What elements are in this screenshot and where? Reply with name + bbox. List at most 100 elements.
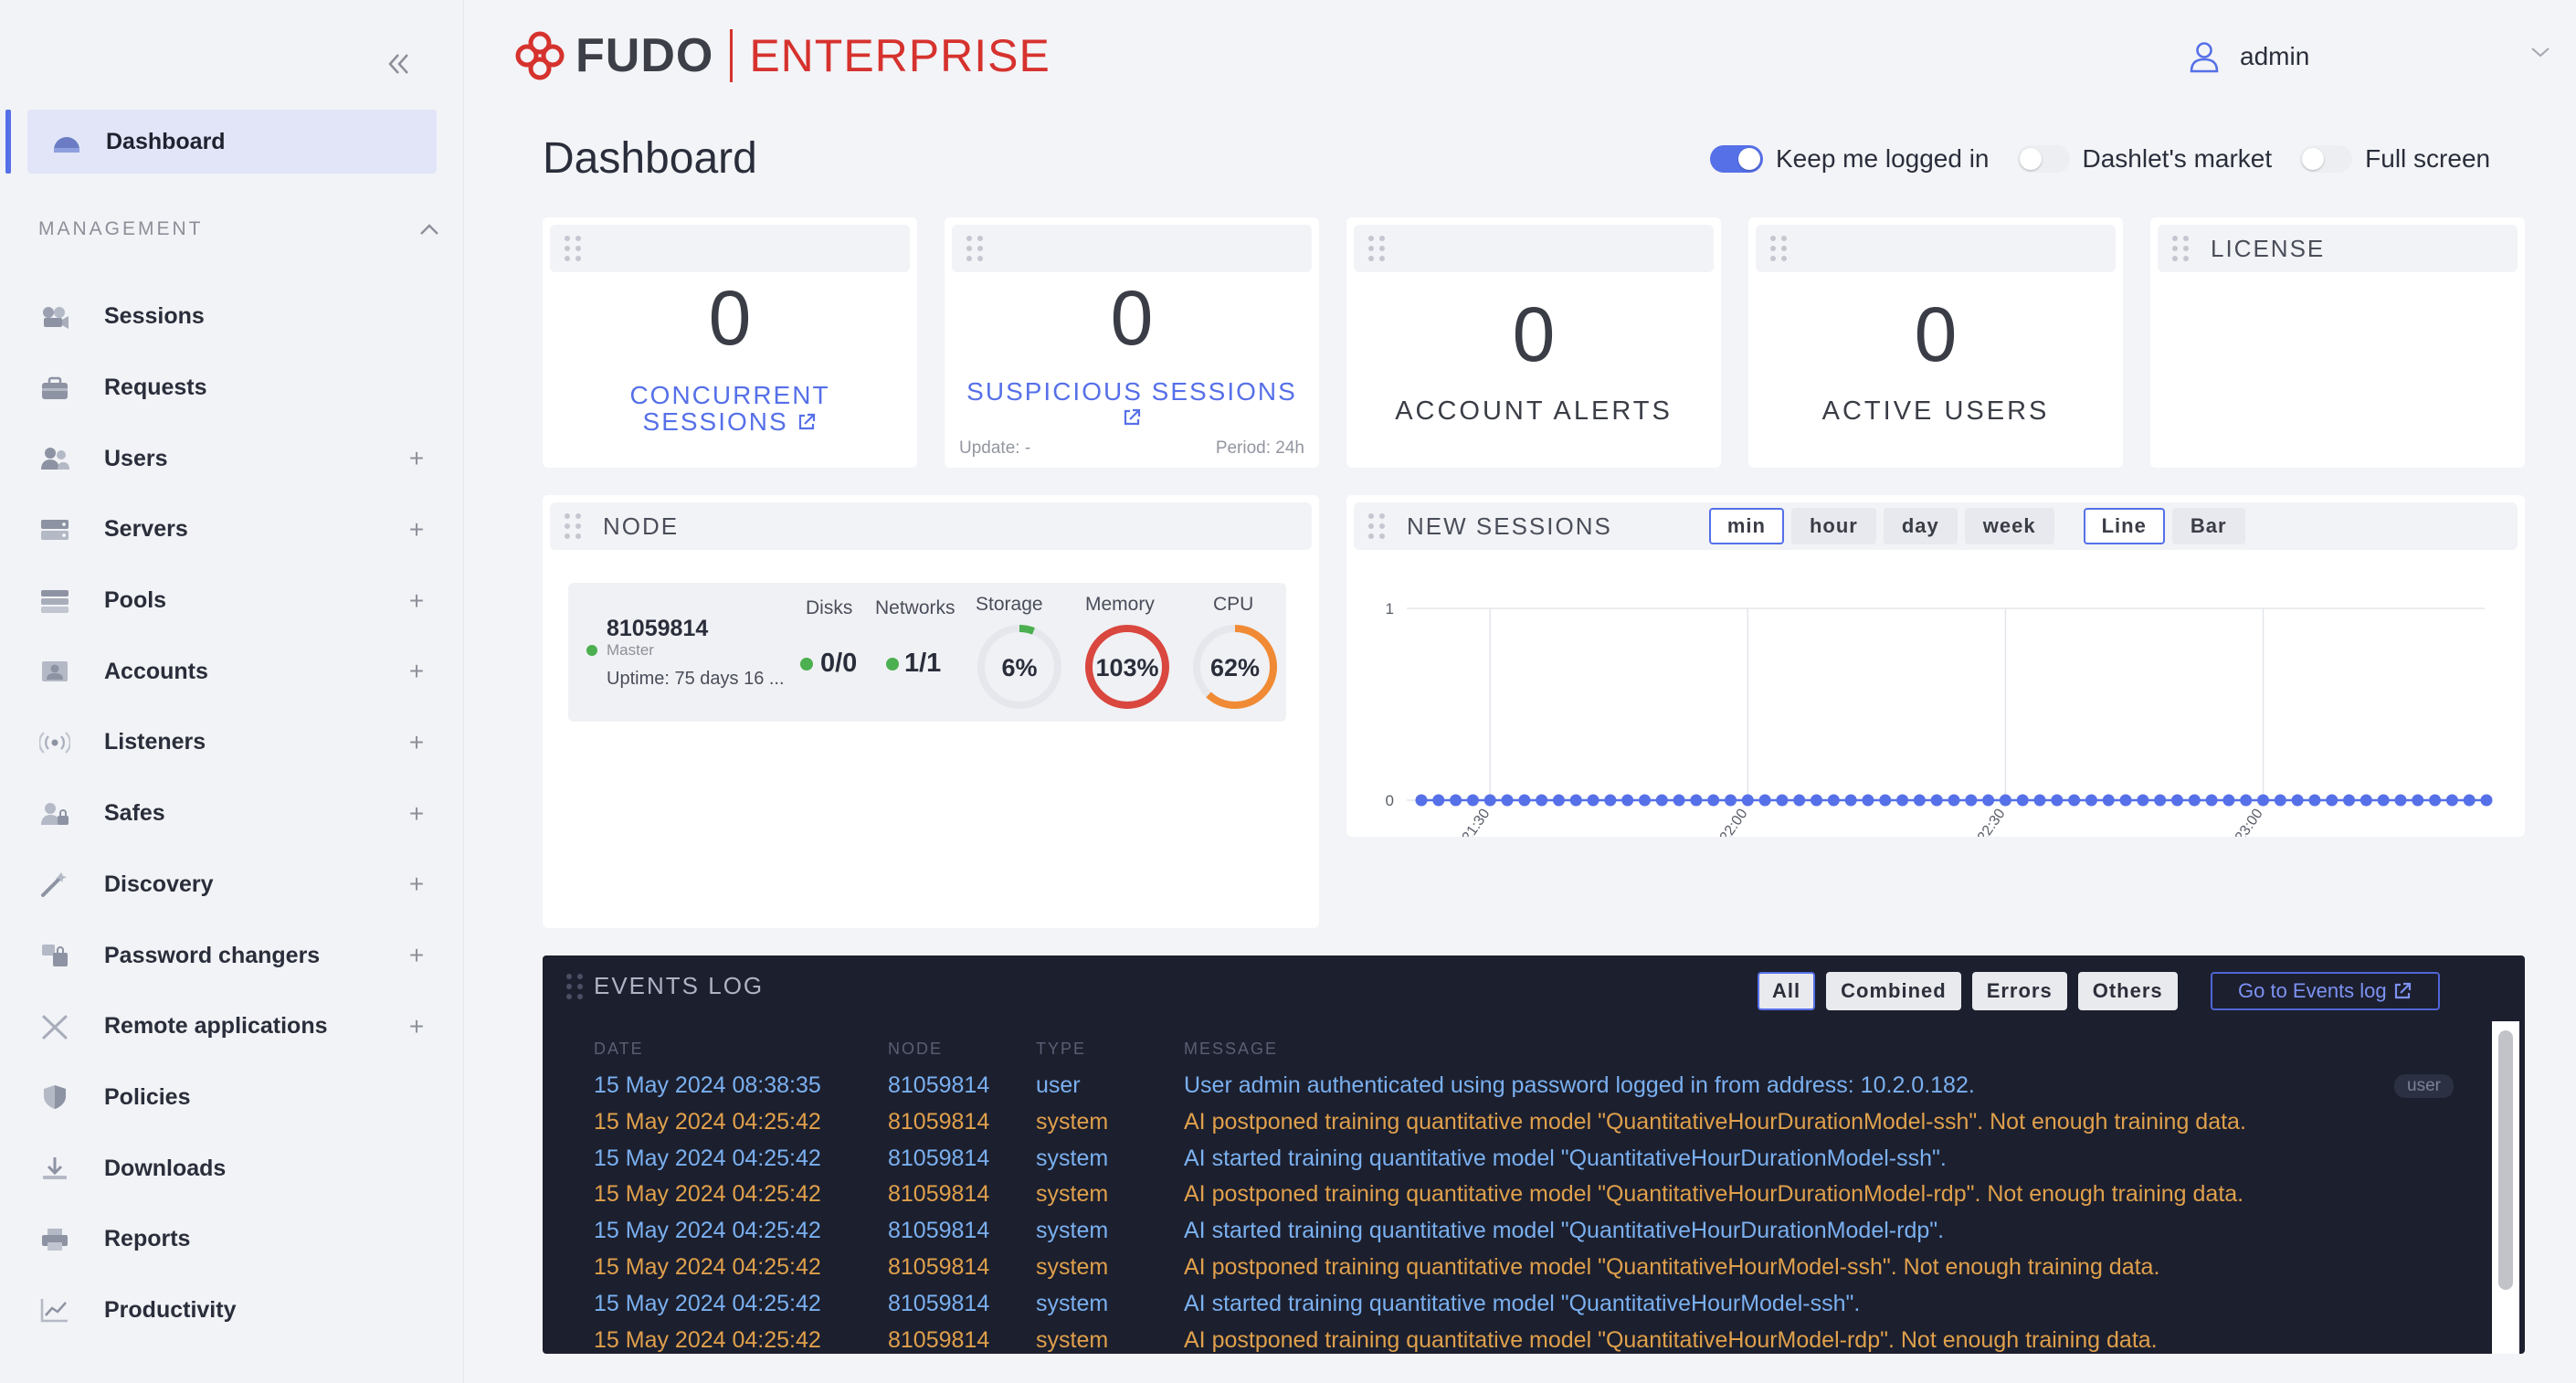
data-point	[1621, 794, 1634, 807]
chart-type-button-line[interactable]: Line	[2083, 508, 2165, 544]
sidebar-item-policies[interactable]: Policies	[38, 1062, 431, 1134]
event-row[interactable]: 15 May 2024 04:25:42 81059814 system AI sta…	[594, 1142, 2466, 1178]
sidebar-item-sessions[interactable]: Sessions	[38, 281, 431, 353]
event-message: AI started training quantitative model "…	[1184, 1218, 1945, 1244]
filter-button-others[interactable]: Others	[2077, 972, 2178, 1010]
active-users-card: 0 ACTIVE USERS	[1748, 217, 2123, 468]
disks-value: 0/0	[820, 649, 858, 678]
range-selector: min hour day week	[1708, 508, 2062, 544]
sidebar-item-label: Requests	[104, 375, 207, 401]
keep-logged-in-toggle[interactable]: Keep me logged in	[1710, 144, 1990, 174]
management-section-header[interactable]: MANAGEMENT	[38, 216, 440, 243]
sidebar-item-discovery[interactable]: Discovery +	[38, 850, 431, 921]
filter-button-errors[interactable]: Errors	[1971, 972, 2067, 1010]
event-type: system	[1036, 1290, 1109, 1316]
expand-icon[interactable]: +	[402, 1012, 431, 1041]
tools-icon	[38, 1010, 71, 1043]
sidebar-item-accounts[interactable]: Accounts +	[38, 636, 431, 707]
event-row[interactable]: 15 May 2024 04:25:42 81059814 system AI pos…	[594, 1251, 2466, 1287]
sidebar-item-reports[interactable]: Reports	[38, 1204, 431, 1275]
event-row[interactable]: 15 May 2024 04:25:42 81059814 system AI pos…	[594, 1105, 2466, 1142]
range-button-week[interactable]: week	[1964, 508, 2054, 544]
expand-icon[interactable]: +	[402, 728, 431, 757]
user-menu[interactable]: admin	[2189, 35, 2309, 79]
card-drag-handle[interactable]	[1756, 225, 2116, 272]
data-point	[2274, 794, 2286, 807]
card-drag-handle[interactable]	[1354, 225, 1714, 272]
column-header-message: MESSAGE	[1184, 1040, 1279, 1058]
sidebar-item-downloads[interactable]: Downloads	[38, 1133, 431, 1204]
data-point	[1466, 794, 1479, 807]
expand-icon[interactable]: +	[402, 444, 431, 473]
sidebar-item-pools[interactable]: Pools +	[38, 565, 431, 637]
range-button-min[interactable]: min	[1708, 508, 1784, 544]
sidebar-item-safes[interactable]: Safes +	[38, 778, 431, 850]
sidebar-item-servers[interactable]: Servers +	[38, 494, 431, 565]
go-to-events-log-button[interactable]: Go to Events log	[2211, 972, 2440, 1010]
full-screen-toggle[interactable]: Full screen	[2299, 144, 2490, 174]
filter-button-all[interactable]: All	[1758, 972, 1816, 1010]
new-sessions-card: NEW SESSIONS min hour day week Line Bar 0 1 14…	[1346, 495, 2525, 837]
expand-icon[interactable]: +	[402, 515, 431, 544]
logo-divider	[730, 29, 734, 82]
event-row[interactable]: 15 May 2024 04:25:42 81059814 system AI pos…	[594, 1324, 2466, 1354]
data-point	[2326, 794, 2338, 807]
expand-icon[interactable]: +	[402, 870, 431, 899]
expand-icon[interactable]: +	[402, 799, 431, 829]
data-point	[1948, 794, 1960, 807]
events-log: EVENTS LOG All Combined Errors Others Go to…	[543, 955, 2525, 1354]
expand-icon[interactable]: +	[402, 586, 431, 616]
sidebar-item-requests[interactable]: Requests	[38, 353, 431, 424]
event-message: AI postponed training quantitative model…	[1184, 1253, 2160, 1280]
sidebar-item-password-changers[interactable]: Password changers +	[38, 920, 431, 991]
toggle-switch[interactable]	[2299, 145, 2353, 173]
event-row[interactable]: 15 May 2024 04:25:42 81059814 system AI pos…	[594, 1177, 2466, 1214]
events-table: 15 May 2024 08:38:35 81059814 user User adm…	[594, 1069, 2466, 1354]
update-info: Update: -	[959, 438, 1031, 458]
drag-grip-icon	[2172, 236, 2194, 261]
sidebar-item-remote-applications[interactable]: Remote applications +	[38, 991, 431, 1062]
data-point	[1725, 794, 1737, 807]
card-title: NEW SESSIONS	[1407, 512, 1612, 540]
node-row[interactable]: 81059814 Master Uptime: 75 days 16 ... D…	[568, 583, 1286, 722]
card-drag-handle[interactable]: NODE	[550, 502, 1312, 550]
collapse-sidebar-button[interactable]	[376, 44, 420, 84]
range-button-day[interactable]: day	[1883, 508, 1958, 544]
data-point	[1776, 794, 1789, 807]
sidebar-item-listeners[interactable]: Listeners +	[38, 707, 431, 778]
dashboard-icon	[54, 137, 79, 153]
x-tick-label: 14:22:00	[1705, 806, 1751, 837]
data-point	[2205, 794, 2218, 807]
event-node: 81059814	[888, 1181, 990, 1208]
card-drag-handle[interactable]	[952, 225, 1312, 272]
drag-grip-icon[interactable]	[566, 974, 588, 999]
scrollbar-thumb[interactable]	[2498, 1030, 2513, 1290]
chart-type-button-bar[interactable]: Bar	[2171, 508, 2245, 544]
fudo-logo[interactable]: FUDO ENTERPRISE	[513, 27, 1050, 84]
storage-value: 6%	[1001, 654, 1037, 681]
sidebar-item-productivity[interactable]: Productivity	[38, 1275, 431, 1346]
card-drag-handle[interactable]	[550, 225, 910, 272]
dashlets-market-toggle[interactable]: Dashlet's market	[2016, 144, 2272, 174]
data-point	[2377, 794, 2390, 807]
toggle-switch[interactable]	[1710, 145, 1763, 173]
toggle-switch[interactable]	[2016, 145, 2070, 173]
disks-status-dot	[800, 658, 813, 670]
event-row[interactable]: 15 May 2024 04:25:42 81059814 system AI sta…	[594, 1214, 2466, 1251]
events-scrollbar[interactable]	[2492, 1021, 2519, 1354]
expand-icon[interactable]: +	[402, 941, 431, 970]
event-row[interactable]: 15 May 2024 08:38:35 81059814 user User adm…	[594, 1069, 2466, 1105]
range-button-hour[interactable]: hour	[1790, 508, 1876, 544]
sidebar-item-dashboard[interactable]: Dashboard	[5, 110, 437, 174]
chevron-down-icon[interactable]	[2530, 46, 2550, 58]
card-drag-handle[interactable]: LICENSE	[2158, 225, 2518, 272]
expand-icon[interactable]: +	[402, 657, 431, 686]
event-row[interactable]: 15 May 2024 04:25:42 81059814 system AI sta…	[594, 1287, 2466, 1324]
pool-icon	[38, 585, 71, 618]
concurrent-sessions-link[interactable]: CONCURRENT SESSIONS	[543, 382, 917, 436]
sidebar-item-users[interactable]: Users +	[38, 423, 431, 494]
suspicious-sessions-link[interactable]: SUSPICIOUS SESSIONS	[945, 378, 1319, 433]
filter-button-combined[interactable]: Combined	[1826, 972, 1961, 1010]
download-icon	[38, 1152, 71, 1185]
card-drag-handle[interactable]: NEW SESSIONS min hour day week Line Bar	[1354, 502, 2518, 550]
